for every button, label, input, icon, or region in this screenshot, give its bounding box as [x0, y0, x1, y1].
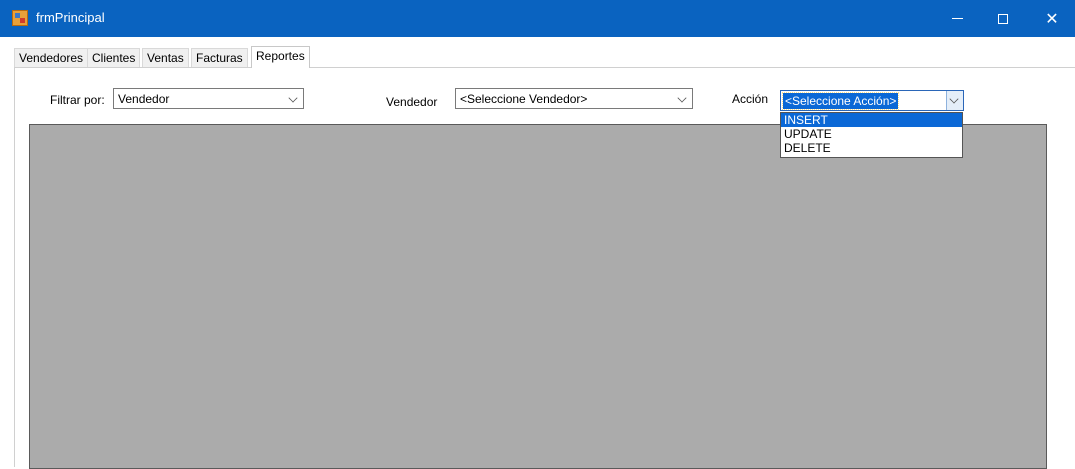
tab-ventas[interactable]: Ventas	[142, 48, 189, 67]
chevron-down-icon	[288, 93, 298, 103]
close-button[interactable]: ✕	[1029, 0, 1075, 37]
option-delete[interactable]: DELETE	[781, 141, 962, 155]
filtrar-por-label: Filtrar por:	[50, 93, 105, 107]
accion-value: <Seleccione Acción>	[781, 92, 900, 110]
chevron-down-icon	[949, 94, 959, 104]
filtrar-por-combo[interactable]: Vendedor	[113, 88, 304, 109]
tab-facturas[interactable]: Facturas	[191, 48, 248, 67]
vendedor-label: Vendedor	[386, 95, 438, 109]
report-data-grid[interactable]	[29, 124, 1047, 469]
title-bar[interactable]: frmPrincipal ✕	[0, 0, 1075, 37]
minimize-icon	[951, 18, 963, 19]
accion-label: Acción	[732, 92, 769, 106]
minimize-button[interactable]	[934, 0, 980, 37]
maximize-button[interactable]	[980, 0, 1026, 37]
window-title: frmPrincipal	[36, 10, 105, 25]
option-update[interactable]: UPDATE	[781, 127, 962, 141]
vendedor-combo[interactable]: <Seleccione Vendedor>	[455, 88, 693, 109]
tab-reportes[interactable]: Reportes	[251, 46, 310, 68]
accion-combo[interactable]: <Seleccione Acción>	[780, 90, 964, 111]
close-icon: ✕	[1045, 10, 1059, 28]
accion-dropdown-list[interactable]: INSERT UPDATE DELETE	[780, 112, 963, 158]
accion-dropdown-button[interactable]	[946, 91, 963, 110]
vendedor-value: <Seleccione Vendedor>	[460, 92, 588, 106]
tab-clientes[interactable]: Clientes	[87, 48, 141, 67]
filtrar-por-value: Vendedor	[118, 92, 170, 106]
chevron-down-icon	[677, 93, 687, 103]
option-insert[interactable]: INSERT	[781, 113, 962, 127]
maximize-icon	[998, 13, 1008, 24]
tab-vendedores[interactable]: Vendedores	[14, 48, 89, 67]
application-icon	[12, 10, 28, 26]
